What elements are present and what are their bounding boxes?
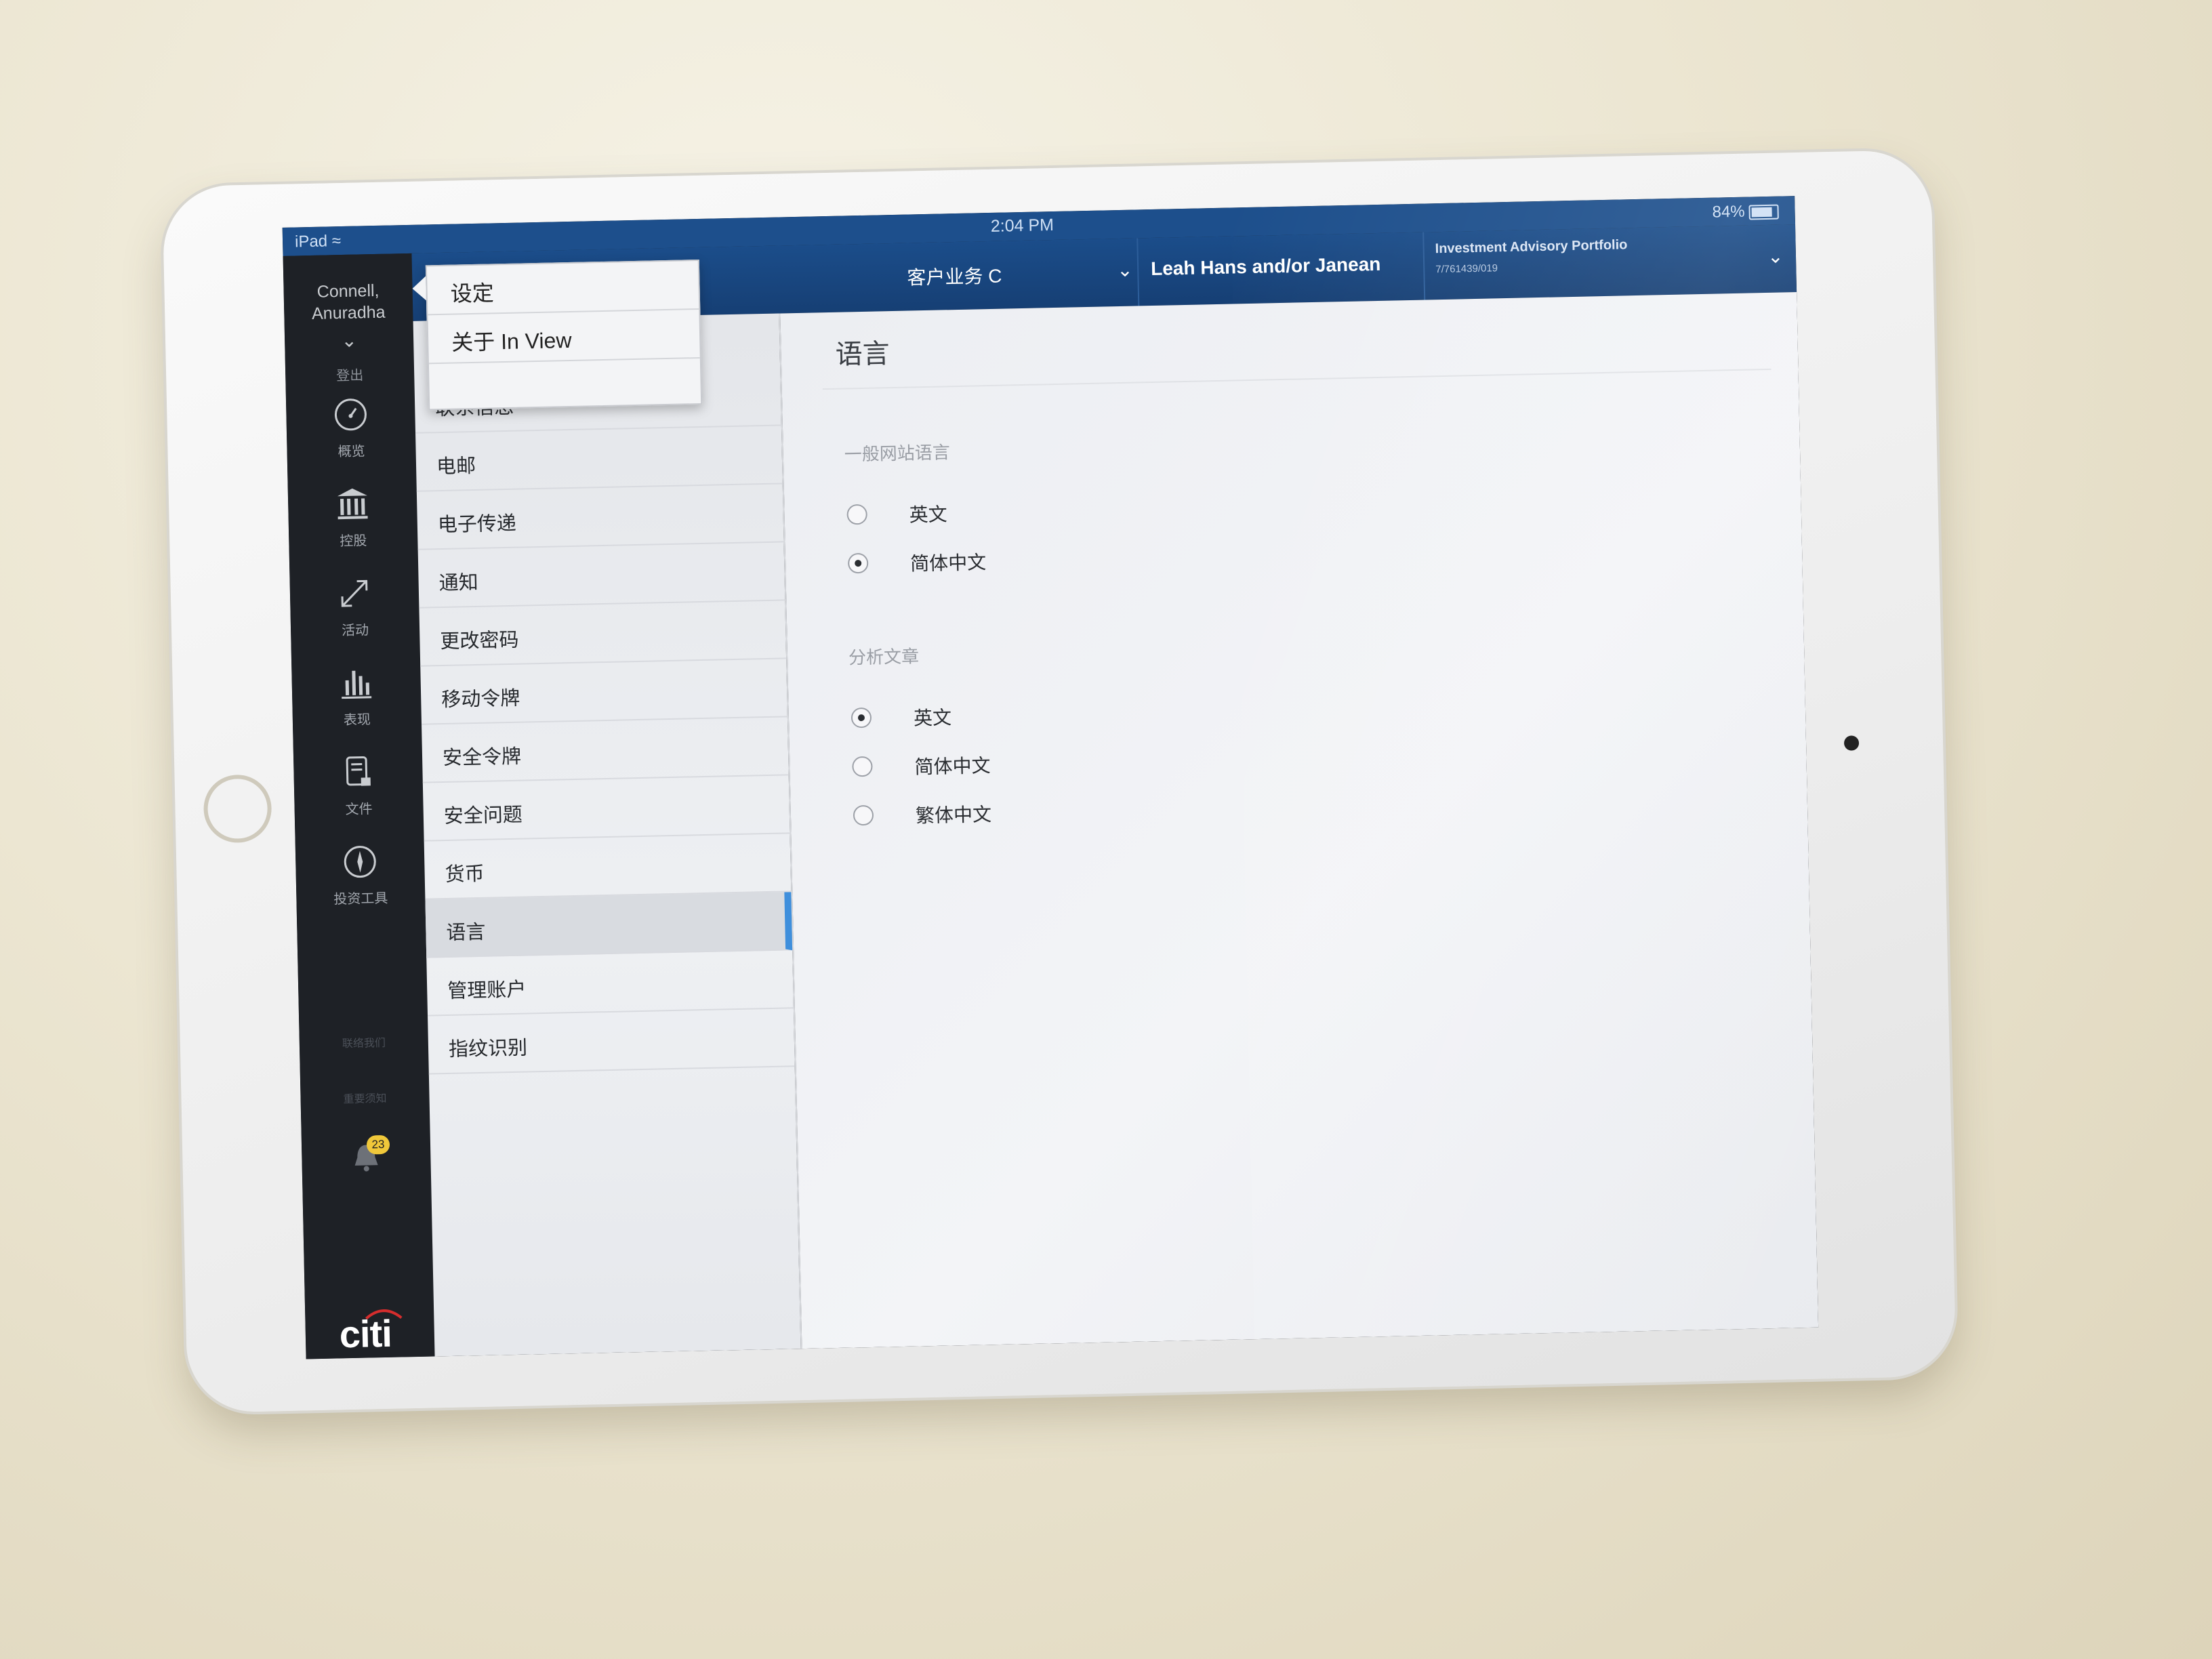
settings-item-security-questions[interactable]: 安全问题 [422,775,790,842]
settings-item-security-token[interactable]: 安全令牌 [422,717,789,783]
nav-overview[interactable]: 概览 [286,394,416,462]
citi-logo: citi [339,1311,392,1356]
settings-item-change-password[interactable]: 更改密码 [419,600,787,667]
nav-documents[interactable]: 文件 [293,752,424,819]
nav-label: 控股 [340,533,367,550]
client-select[interactable]: 客户业务 C [907,262,1002,291]
clock: 2:04 PM [990,215,1054,236]
nav-label: 文件 [345,802,373,818]
battery-indicator: 84% [1712,202,1779,222]
ipad-device: iPad ≈ 2:04 PM 84% Connell, Anuradha ⌄ 登… [162,149,1957,1414]
gauge-icon [334,398,367,431]
chevron-down-icon[interactable]: ⌄ [1117,259,1133,281]
chevron-down-icon[interactable]: ⌄ [285,328,414,353]
bar-chart-icon [342,670,372,699]
portfolio-number: 7/761439/019 [1435,262,1498,276]
wifi-icon: ≈ [331,232,342,251]
settings-item-email[interactable]: 电邮 [415,426,783,492]
analysis-articles-label: 分析文章 [848,646,920,668]
radio-label: 英文 [913,707,952,729]
radio-label: 英文 [909,504,948,526]
divider [822,368,1771,390]
notification-badge: 23 [366,1134,390,1155]
nav-investment-tools[interactable]: 投资工具 [295,842,426,909]
nav-performance[interactable]: 表现 [291,663,422,730]
front-camera [1843,735,1860,751]
app-screen: iPad ≈ 2:04 PM 84% Connell, Anuradha ⌄ 登… [282,196,1819,1359]
logout-button[interactable]: 登出 [285,363,415,386]
left-nav: Connell, Anuradha ⌄ 登出 概览 控股 活动 表现 文件 投资… [283,253,435,1359]
chevron-down-icon[interactable]: ⌄ [1767,245,1784,267]
settings-item-mobile-token[interactable]: 移动令牌 [420,659,787,725]
settings-item-fingerprint[interactable]: 指纹识别 [428,1008,795,1075]
contact-us-link[interactable]: 联络我们 [300,1033,428,1052]
radio-button[interactable] [846,504,867,525]
account-holder-select[interactable]: Leah Hans and/or Janean [1151,253,1381,280]
popup-item-settings[interactable]: 设定 [426,260,699,316]
settings-item-notifications[interactable]: 通知 [417,542,785,609]
radio-label: 简体中文 [914,755,991,778]
nav-label: 活动 [341,623,369,639]
settings-popup-menu: 设定 关于 In View [425,259,703,411]
settings-item-e-delivery[interactable]: 电子传递 [416,484,784,550]
popup-item-about[interactable]: 关于 In View [428,309,700,365]
nav-activity[interactable]: 活动 [289,573,419,640]
radio-analysis-english[interactable]: 英文 [851,705,951,732]
settings-item-language[interactable]: 语言 [425,892,793,958]
nav-label: 表现 [343,712,371,729]
header-divider [1422,232,1426,300]
portfolio-select[interactable]: Investment Advisory Portfolio 7/761439/0… [1435,234,1788,289]
general-language-label: 一般网站语言 [844,442,951,465]
document-lock-icon [346,756,371,786]
page-title: 语言 [835,339,890,370]
header-divider [1136,238,1140,306]
portfolio-name: Investment Advisory Portfolio [1435,237,1628,257]
nav-holdings[interactable]: 控股 [288,484,418,551]
carrier-label: iPad ≈ [294,232,342,251]
radio-label: 繁体中文 [915,804,992,827]
radio-selected-dot [855,560,862,567]
radio-general-english[interactable]: 英文 [846,501,947,529]
radio-analysis-traditional-chinese[interactable]: 繁体中文 [853,802,991,830]
radio-button[interactable] [851,707,872,729]
nav-label: 概览 [337,444,365,460]
settings-list: 联系信息 电邮 电子传递 通知 更改密码 移动令牌 安全令牌 安全问题 货币 语… [413,313,802,1357]
battery-icon [1748,204,1779,220]
compass-icon [344,846,376,878]
radio-selected-dot [857,714,865,722]
language-panel: 语言 一般网站语言 英文 简体中文 分析文章 英文 简体中文 繁体中文 [780,292,1819,1349]
arrows-expand-icon [341,579,368,607]
bank-icon [337,488,368,520]
important-notice-link[interactable]: 重要须知 [300,1088,429,1107]
nav-label: 投资工具 [333,890,388,907]
user-name[interactable]: Connell, Anuradha [283,279,413,325]
settings-item-currency[interactable]: 货币 [424,834,792,900]
home-button[interactable] [203,774,272,844]
radio-button[interactable] [847,552,869,574]
radio-label: 简体中文 [909,552,987,575]
radio-button[interactable] [852,756,873,777]
settings-item-manage-accounts[interactable]: 管理账户 [426,950,794,1017]
radio-button[interactable] [853,804,874,826]
radio-analysis-simplified-chinese[interactable]: 简体中文 [852,754,991,781]
